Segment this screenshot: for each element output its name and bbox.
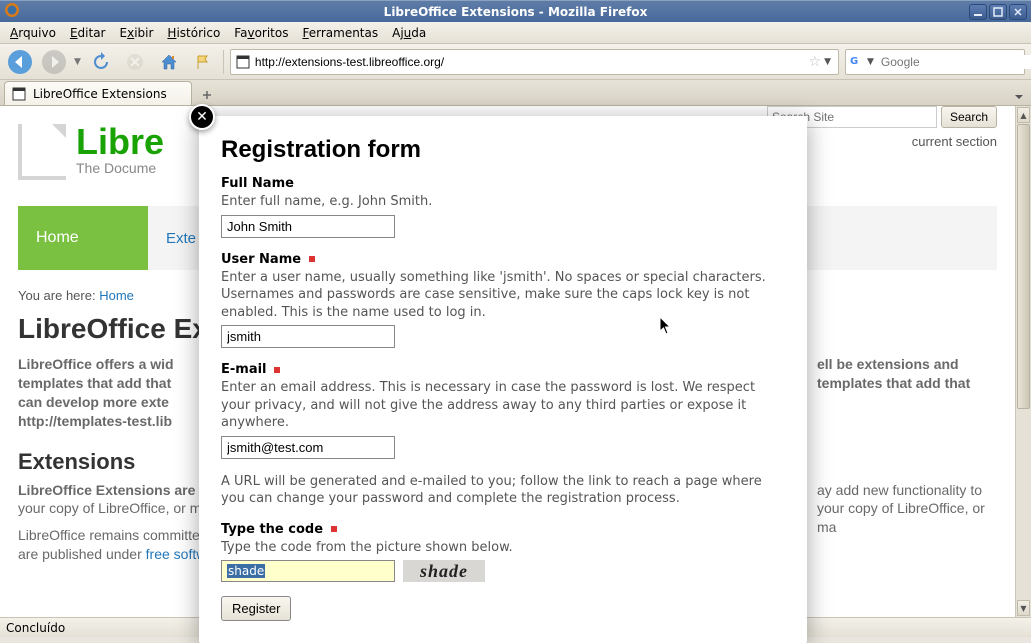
- home-button[interactable]: [155, 48, 183, 76]
- reload-button[interactable]: [87, 48, 115, 76]
- url-bar[interactable]: ☆ ▼: [230, 49, 839, 75]
- menubar: Arquivo Editar Exibir Histórico Favorito…: [0, 22, 1031, 44]
- menu-ferramentas[interactable]: Ferramentas: [296, 24, 384, 42]
- bookmark-flag-icon[interactable]: [189, 48, 217, 76]
- scroll-track[interactable]: [1016, 124, 1031, 599]
- code-input[interactable]: shade: [221, 560, 395, 582]
- email-input[interactable]: [221, 436, 395, 459]
- forward-button[interactable]: [40, 48, 68, 76]
- menu-arquivo[interactable]: Arquivo: [4, 24, 62, 42]
- menu-historico[interactable]: Histórico: [161, 24, 226, 42]
- user-name-label: User Name: [221, 252, 785, 267]
- google-icon: G: [850, 53, 864, 70]
- required-icon: [331, 526, 337, 532]
- required-icon: [309, 256, 315, 262]
- tab-title: LibreOffice Extensions: [33, 87, 167, 101]
- menu-favoritos[interactable]: Favoritos: [228, 24, 294, 42]
- toolbar-separator: [223, 50, 224, 74]
- scroll-down-button[interactable]: ▼: [1017, 600, 1030, 616]
- menu-editar[interactable]: Editar: [64, 24, 112, 42]
- nav-history-dropdown[interactable]: ▼: [74, 57, 81, 67]
- user-name-input[interactable]: [221, 325, 395, 348]
- bookmark-star-icon[interactable]: ☆: [809, 54, 822, 70]
- svg-text:G: G: [850, 56, 858, 67]
- url-input[interactable]: [251, 55, 809, 69]
- navigation-toolbar: ▼ ☆ ▼ G ▼: [0, 44, 1031, 80]
- minimize-button[interactable]: [969, 4, 987, 20]
- tab-strip: LibreOffice Extensions: [0, 80, 1031, 106]
- site-favicon: [235, 54, 251, 70]
- maximize-button[interactable]: [989, 4, 1007, 20]
- modal-title: Registration form: [221, 136, 785, 164]
- close-button[interactable]: [1009, 4, 1027, 20]
- full-name-help: Enter full name, e.g. John Smith.: [221, 193, 785, 211]
- window-title: LibreOffice Extensions - Mozilla Firefox: [384, 5, 648, 19]
- tab-libreoffice-extensions[interactable]: LibreOffice Extensions: [4, 81, 192, 105]
- vertical-scrollbar[interactable]: ▲ ▼: [1015, 106, 1031, 617]
- email-note: A URL will be generated and e-mailed to …: [221, 473, 785, 508]
- breadcrumb-home[interactable]: Home: [99, 288, 134, 303]
- required-icon: [274, 367, 280, 373]
- registration-modal: ✕ Registration form Full Name Enter full…: [199, 116, 807, 643]
- logo-name: Libre: [76, 124, 164, 160]
- tab-favicon: [11, 86, 27, 102]
- user-name-help: Enter a user name, usually something lik…: [221, 269, 785, 322]
- status-text: Concluído: [6, 621, 65, 635]
- logo-mark-icon: [18, 124, 66, 180]
- search-engine-dropdown[interactable]: ▼: [867, 57, 874, 67]
- firefox-icon: [4, 2, 20, 21]
- search-input[interactable]: [877, 55, 1031, 69]
- captcha-image: shade: [403, 560, 485, 582]
- full-name-input[interactable]: [221, 215, 395, 238]
- email-label: E-mail: [221, 362, 785, 377]
- email-help: Enter an email address. This is necessar…: [221, 379, 785, 432]
- window-titlebar: LibreOffice Extensions - Mozilla Firefox: [0, 0, 1031, 22]
- close-icon: ✕: [196, 109, 208, 125]
- scroll-up-button[interactable]: ▲: [1017, 107, 1030, 123]
- site-logo[interactable]: Libre The Docume: [18, 124, 164, 180]
- back-button[interactable]: [6, 48, 34, 76]
- url-dropdown-icon[interactable]: ▼: [824, 57, 831, 67]
- code-label: Type the code: [221, 522, 785, 537]
- tab-list-dropdown[interactable]: [1011, 89, 1027, 105]
- register-button[interactable]: Register: [221, 596, 291, 621]
- code-help: Type the code from the picture shown bel…: [221, 539, 785, 557]
- modal-close-button[interactable]: ✕: [189, 104, 215, 130]
- full-name-label: Full Name: [221, 176, 785, 191]
- stop-button: [121, 48, 149, 76]
- logo-tagline: The Docume: [76, 160, 164, 176]
- menu-ajuda[interactable]: Ajuda: [386, 24, 432, 42]
- scroll-thumb[interactable]: [1017, 124, 1030, 409]
- menu-exibir[interactable]: Exibir: [114, 24, 160, 42]
- section-hint: current section: [912, 134, 997, 149]
- search-bar[interactable]: G ▼: [845, 49, 1025, 75]
- site-search-button[interactable]: Search: [941, 106, 997, 128]
- new-tab-button[interactable]: [196, 85, 218, 105]
- nav-home[interactable]: Home: [18, 206, 148, 270]
